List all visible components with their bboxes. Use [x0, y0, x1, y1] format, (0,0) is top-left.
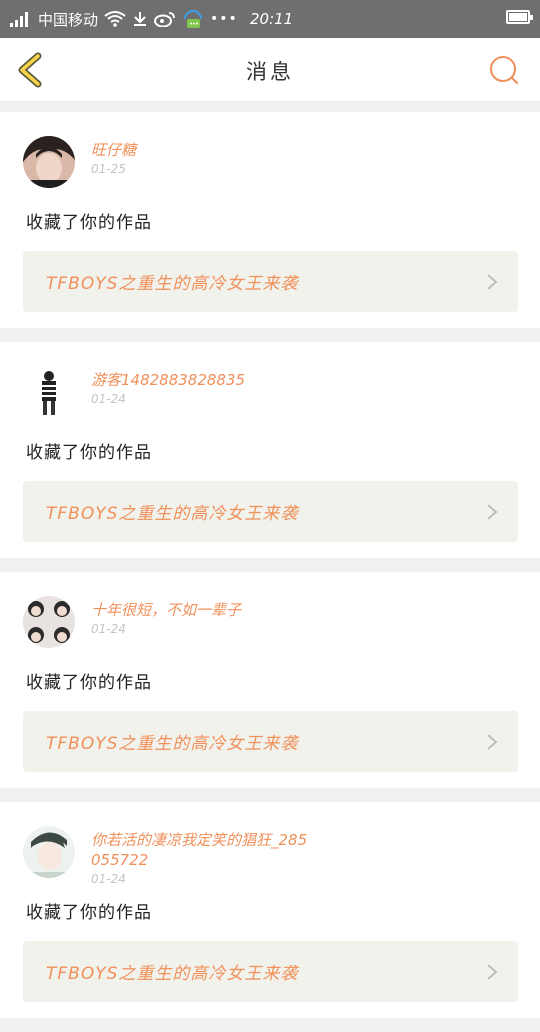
work-link[interactable]: TFBOYS之重生的高冷女王来袭 — [23, 251, 518, 312]
status-left: 中国移动 ••• — [10, 8, 238, 30]
work-title: TFBOYS之重生的高冷女王来袭 — [46, 504, 299, 524]
weibo-icon — [154, 12, 175, 27]
message-date: 01-24 — [91, 392, 126, 406]
message-list: 旺仔糖 01-25 收藏了你的作品 TFBOYS之重生的高冷女王来袭 游客148… — [0, 112, 540, 1032]
message-card: 十年很短，不如一辈子 01-24 收藏了你的作品 TFBOYS之重生的高冷女王来… — [0, 572, 540, 788]
card-header: 旺仔糖 01-25 — [23, 136, 518, 192]
user-block: 旺仔糖 01-25 — [91, 140, 311, 176]
chat-icon — [184, 10, 203, 28]
work-title: TFBOYS之重生的高冷女王来袭 — [46, 734, 299, 754]
avatar[interactable] — [23, 136, 75, 188]
message-date: 01-25 — [91, 162, 126, 176]
avatar[interactable] — [23, 826, 75, 878]
search-icon — [490, 56, 518, 84]
user-block: 十年很短，不如一辈子 01-24 — [91, 600, 311, 636]
message-card: 你若活的凄凉我定笑的猖狂_285055722 01-24 收藏了你的作品 TFB… — [0, 802, 540, 1018]
avatar-image — [23, 826, 75, 878]
chevron-right-icon — [487, 964, 498, 980]
avatar[interactable] — [23, 596, 75, 648]
card-header: 游客1482883828835 01-24 — [23, 366, 518, 422]
card-header: 十年很短，不如一辈子 01-24 — [23, 596, 518, 652]
user-name[interactable]: 游客1482883828835 — [91, 370, 311, 390]
card-header: 你若活的凄凉我定笑的猖狂_285055722 01-24 — [23, 826, 518, 886]
work-title: TFBOYS之重生的高冷女王来袭 — [46, 274, 299, 294]
user-name[interactable]: 旺仔糖 — [91, 140, 311, 160]
more-dots-icon: ••• — [210, 11, 238, 27]
user-block: 游客1482883828835 01-24 — [91, 370, 311, 406]
nav-bar: 消息 — [0, 38, 540, 102]
status-bar: 中国移动 ••• 20:11 — [0, 0, 540, 38]
search-button[interactable] — [488, 54, 520, 86]
work-title: TFBOYS之重生的高冷女王来袭 — [46, 964, 299, 984]
signal-icon — [10, 12, 28, 27]
work-link[interactable]: TFBOYS之重生的高冷女王来袭 — [23, 711, 518, 772]
action-text: 收藏了你的作品 — [26, 673, 152, 693]
message-card: 旺仔糖 01-25 收藏了你的作品 TFBOYS之重生的高冷女王来袭 — [0, 112, 540, 328]
download-icon — [134, 12, 147, 26]
message-date: 01-24 — [91, 622, 126, 636]
action-text: 收藏了你的作品 — [26, 443, 152, 463]
message-date: 01-24 — [91, 872, 126, 886]
avatar-image — [23, 596, 75, 648]
user-name[interactable]: 你若活的凄凉我定笑的猖狂_285055722 — [91, 830, 311, 870]
battery-fill — [509, 13, 527, 21]
wifi-icon — [104, 11, 126, 27]
chevron-right-icon — [487, 504, 498, 520]
message-card: 游客1482883828835 01-24 收藏了你的作品 TFBOYS之重生的… — [0, 342, 540, 558]
chevron-right-icon — [487, 274, 498, 290]
chevron-right-icon — [487, 734, 498, 750]
work-link[interactable]: TFBOYS之重生的高冷女王来袭 — [23, 481, 518, 542]
carrier-label: 中国移动 — [38, 10, 99, 29]
battery-icon — [506, 10, 533, 24]
avatar-image — [23, 136, 75, 188]
work-link[interactable]: TFBOYS之重生的高冷女王来袭 — [23, 941, 518, 1002]
action-text: 收藏了你的作品 — [26, 213, 152, 233]
avatar[interactable] — [23, 366, 75, 418]
action-text: 收藏了你的作品 — [26, 903, 152, 923]
status-time: 20:11 — [250, 10, 294, 28]
user-name[interactable]: 十年很短，不如一辈子 — [91, 600, 311, 620]
page-title: 消息 — [246, 60, 294, 84]
user-block: 你若活的凄凉我定笑的猖狂_285055722 01-24 — [91, 830, 311, 886]
avatar-image — [23, 366, 75, 418]
